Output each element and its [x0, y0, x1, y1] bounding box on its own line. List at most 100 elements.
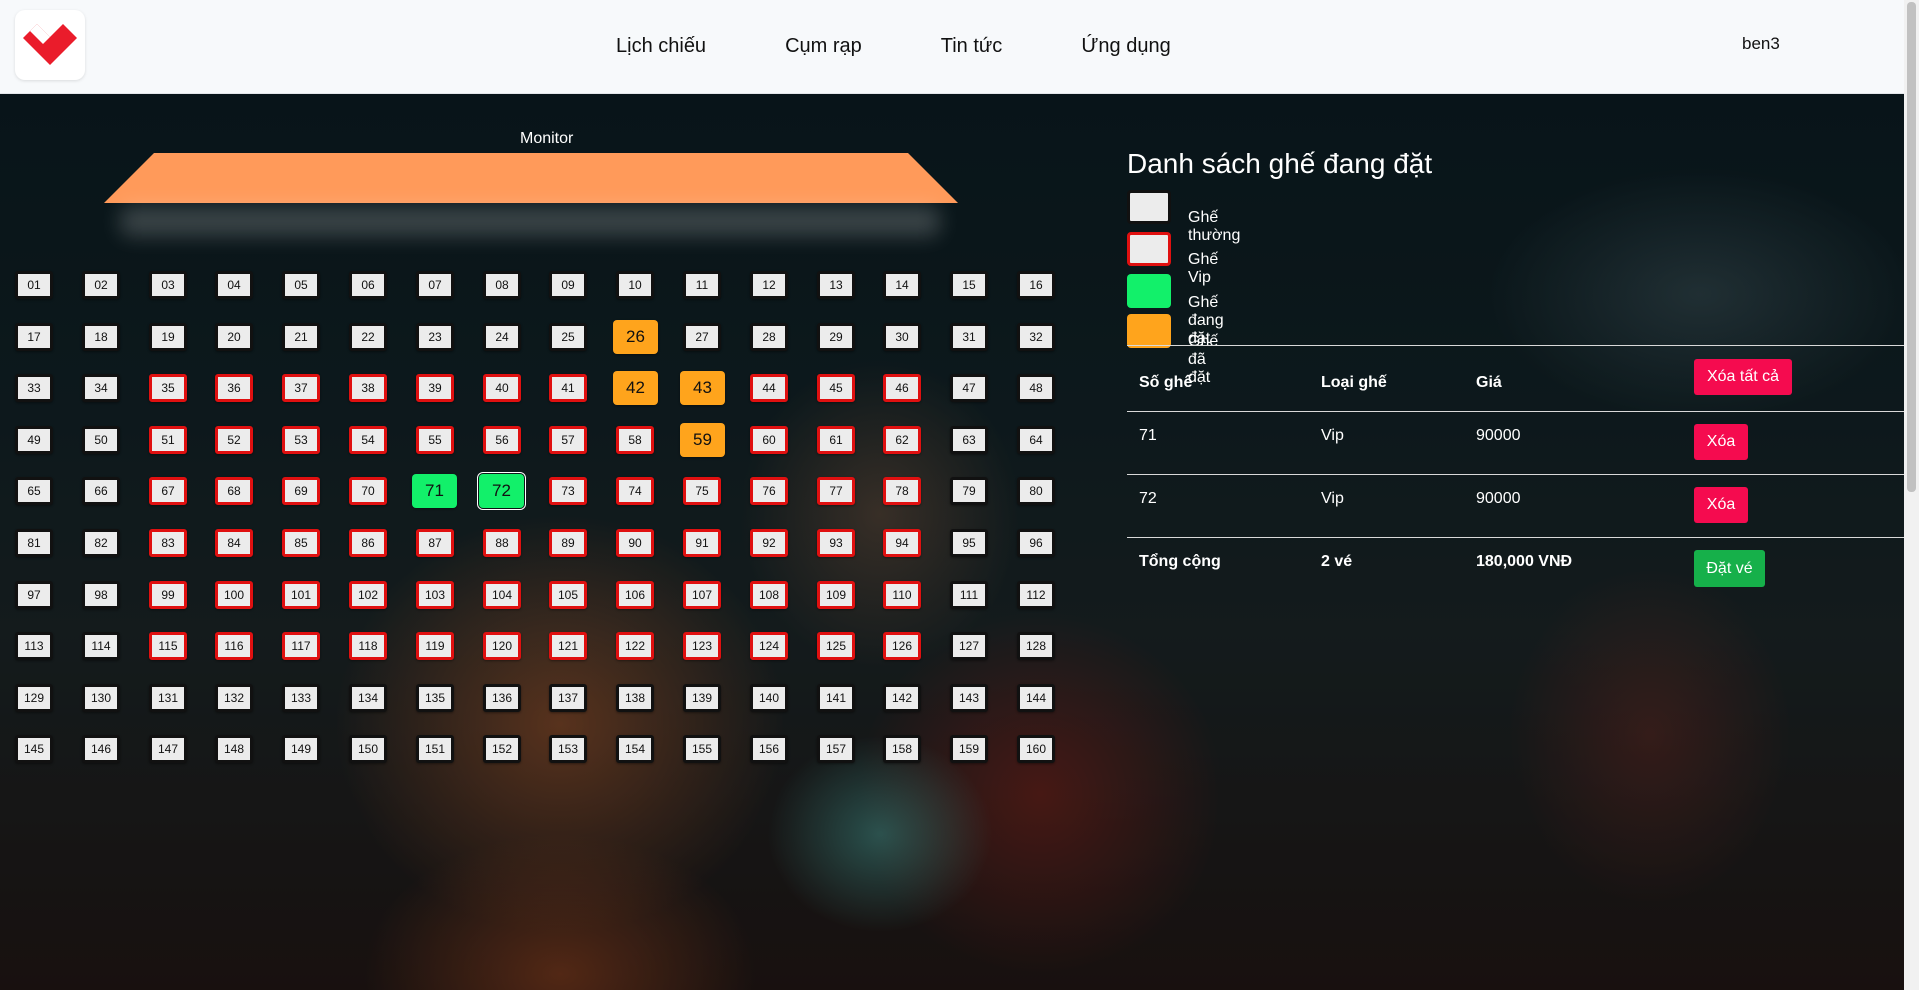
seat-64[interactable]: 64 [1017, 426, 1055, 454]
reserved-seat-26[interactable]: 26 [613, 320, 658, 354]
seat-22[interactable]: 22 [349, 323, 387, 351]
seat-143[interactable]: 143 [950, 684, 988, 712]
vip-seat-104[interactable]: 104 [483, 581, 521, 609]
vip-seat-56[interactable]: 56 [483, 426, 521, 454]
vip-seat-89[interactable]: 89 [549, 529, 587, 557]
vip-seat-109[interactable]: 109 [817, 581, 855, 609]
seat-5[interactable]: 05 [282, 271, 320, 299]
vip-seat-70[interactable]: 70 [349, 477, 387, 505]
vip-seat-121[interactable]: 121 [549, 632, 587, 660]
seat-63[interactable]: 63 [950, 426, 988, 454]
book-ticket-button[interactable]: Đặt vé [1694, 550, 1765, 587]
seat-155[interactable]: 155 [683, 735, 721, 763]
seat-132[interactable]: 132 [215, 684, 253, 712]
seat-3[interactable]: 03 [149, 271, 187, 299]
vip-seat-41[interactable]: 41 [549, 374, 587, 402]
seat-129[interactable]: 129 [15, 684, 53, 712]
vip-seat-94[interactable]: 94 [883, 529, 921, 557]
seat-111[interactable]: 111 [950, 581, 988, 609]
seat-137[interactable]: 137 [549, 684, 587, 712]
seat-13[interactable]: 13 [817, 271, 855, 299]
seat-17[interactable]: 17 [15, 323, 53, 351]
vip-seat-125[interactable]: 125 [817, 632, 855, 660]
seat-48[interactable]: 48 [1017, 374, 1055, 402]
seat-2[interactable]: 02 [82, 271, 120, 299]
seat-152[interactable]: 152 [483, 735, 521, 763]
scrollbar-thumb[interactable] [1907, 2, 1916, 492]
seat-27[interactable]: 27 [683, 323, 721, 351]
seat-147[interactable]: 147 [149, 735, 187, 763]
seat-133[interactable]: 133 [282, 684, 320, 712]
seat-145[interactable]: 145 [15, 735, 53, 763]
vip-seat-36[interactable]: 36 [215, 374, 253, 402]
seat-1[interactable]: 01 [15, 271, 53, 299]
seat-7[interactable]: 07 [416, 271, 454, 299]
vip-seat-108[interactable]: 108 [750, 581, 788, 609]
vip-seat-118[interactable]: 118 [349, 632, 387, 660]
seat-66[interactable]: 66 [82, 477, 120, 505]
vip-seat-69[interactable]: 69 [282, 477, 320, 505]
vip-seat-74[interactable]: 74 [616, 477, 654, 505]
vip-seat-35[interactable]: 35 [149, 374, 187, 402]
seat-160[interactable]: 160 [1017, 735, 1055, 763]
seat-9[interactable]: 09 [549, 271, 587, 299]
vip-seat-61[interactable]: 61 [817, 426, 855, 454]
vip-seat-87[interactable]: 87 [416, 529, 454, 557]
vip-seat-76[interactable]: 76 [750, 477, 788, 505]
seat-140[interactable]: 140 [750, 684, 788, 712]
seat-158[interactable]: 158 [883, 735, 921, 763]
vip-seat-83[interactable]: 83 [149, 529, 187, 557]
seat-16[interactable]: 16 [1017, 271, 1055, 299]
reserved-seat-42[interactable]: 42 [613, 371, 658, 405]
vip-seat-38[interactable]: 38 [349, 374, 387, 402]
vip-seat-90[interactable]: 90 [616, 529, 654, 557]
vip-seat-55[interactable]: 55 [416, 426, 454, 454]
vip-seat-116[interactable]: 116 [215, 632, 253, 660]
seat-21[interactable]: 21 [282, 323, 320, 351]
seat-131[interactable]: 131 [149, 684, 187, 712]
vip-seat-39[interactable]: 39 [416, 374, 454, 402]
vip-seat-77[interactable]: 77 [817, 477, 855, 505]
seat-141[interactable]: 141 [817, 684, 855, 712]
seat-98[interactable]: 98 [82, 581, 120, 609]
vip-seat-78[interactable]: 78 [883, 477, 921, 505]
vip-seat-53[interactable]: 53 [282, 426, 320, 454]
seat-149[interactable]: 149 [282, 735, 320, 763]
vip-seat-88[interactable]: 88 [483, 529, 521, 557]
seat-134[interactable]: 134 [349, 684, 387, 712]
vip-seat-52[interactable]: 52 [215, 426, 253, 454]
seat-18[interactable]: 18 [82, 323, 120, 351]
clear-all-button[interactable]: Xóa tất cả [1694, 359, 1792, 395]
vip-seat-51[interactable]: 51 [149, 426, 187, 454]
vip-seat-46[interactable]: 46 [883, 374, 921, 402]
vip-seat-84[interactable]: 84 [215, 529, 253, 557]
vip-seat-100[interactable]: 100 [215, 581, 253, 609]
seat-128[interactable]: 128 [1017, 632, 1055, 660]
seat-25[interactable]: 25 [549, 323, 587, 351]
reserved-seat-43[interactable]: 43 [680, 371, 725, 405]
seat-11[interactable]: 11 [683, 271, 721, 299]
seat-4[interactable]: 04 [215, 271, 253, 299]
vip-seat-115[interactable]: 115 [149, 632, 187, 660]
remove-seat-button[interactable]: Xóa [1694, 424, 1748, 460]
vip-seat-117[interactable]: 117 [282, 632, 320, 660]
page-scrollbar[interactable] [1904, 0, 1919, 990]
seat-156[interactable]: 156 [750, 735, 788, 763]
seat-28[interactable]: 28 [750, 323, 788, 351]
vip-seat-99[interactable]: 99 [149, 581, 187, 609]
vip-seat-60[interactable]: 60 [750, 426, 788, 454]
nav-lich-chieu[interactable]: Lịch chiếu [600, 35, 722, 58]
vip-seat-92[interactable]: 92 [750, 529, 788, 557]
seat-12[interactable]: 12 [750, 271, 788, 299]
seat-80[interactable]: 80 [1017, 477, 1055, 505]
seat-157[interactable]: 157 [817, 735, 855, 763]
seat-130[interactable]: 130 [82, 684, 120, 712]
remove-seat-button[interactable]: Xóa [1694, 487, 1748, 523]
seat-50[interactable]: 50 [82, 426, 120, 454]
vip-seat-91[interactable]: 91 [683, 529, 721, 557]
seat-10[interactable]: 10 [616, 271, 654, 299]
vip-seat-86[interactable]: 86 [349, 529, 387, 557]
seat-159[interactable]: 159 [950, 735, 988, 763]
seat-65[interactable]: 65 [15, 477, 53, 505]
seat-97[interactable]: 97 [15, 581, 53, 609]
